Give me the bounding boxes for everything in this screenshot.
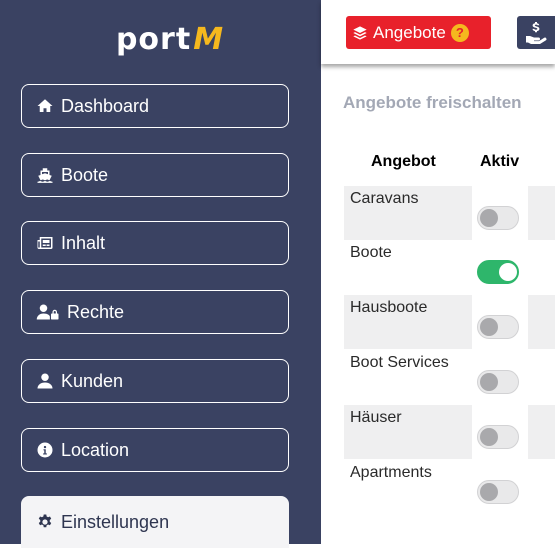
offer-label: Häuser [350,409,402,426]
table-row: Hausboote [344,295,555,349]
offer-label: Apartments [350,464,432,481]
table-row: Boot Services [344,350,555,404]
offer-label: Boote [350,244,392,261]
toggle-hausboote[interactable] [477,315,519,339]
offer-label: Caravans [350,190,419,207]
app-logo[interactable]: portM [0,22,340,57]
angebote-button[interactable]: Angebote ? [346,16,491,49]
sidebar-item-einstellungen[interactable]: Einstellungen [21,496,289,548]
home-icon [35,96,55,116]
sidebar-item-kunden[interactable]: Kunden [21,359,289,403]
payment-button[interactable] [517,16,555,49]
help-icon[interactable]: ? [450,23,469,42]
hand-holding-dollar-icon [526,22,547,44]
toggle-boote[interactable] [477,260,519,284]
sidebar-item-inhalt[interactable]: Inhalt [21,221,289,265]
sidebar-item-label: Location [61,439,130,460]
top-bar: Angebote ? [321,0,555,64]
page-title: Angebote freischalten [343,93,522,112]
sidebar-item-dashboard[interactable]: Dashboard [21,84,289,128]
sidebar-item-label: Kunden [61,370,124,391]
user-icon [35,371,55,391]
sidebar: portM Dashboard Boote Inhalt Rechte Kund… [0,0,321,548]
sidebar-item-label: Boote [61,164,109,185]
sidebar-item-boote[interactable]: Boote [21,153,289,197]
sidebar-item-label: Inhalt [61,232,106,253]
table-row: Häuser [344,405,555,459]
user-lock-icon [35,302,61,322]
toggle-apartments[interactable] [477,480,519,504]
ship-icon [35,165,55,185]
sidebar-item-label: Einstellungen [61,511,170,532]
column-header-angebot: Angebot [371,153,436,170]
layers-icon [353,25,367,40]
info-circle-icon [35,440,55,460]
table-row: Boote [344,240,555,294]
offer-label: Hausboote [350,299,428,316]
sidebar-item-rechte[interactable]: Rechte [21,290,289,334]
sidebar-item-location[interactable]: Location [21,428,289,472]
table-row: Caravans [344,186,555,240]
angebote-button-label: Angebote [373,22,446,42]
newspaper-icon [35,233,55,253]
column-header-aktiv: Aktiv [480,153,520,170]
sidebar-item-label: Dashboard [61,95,150,116]
sidebar-item-label: Rechte [67,301,125,322]
table-row: Apartments [344,460,555,514]
toggle-caravans[interactable] [477,206,519,230]
gear-icon [35,512,55,532]
toggle-haeuser[interactable] [477,425,519,449]
toggle-boot-services[interactable] [477,370,519,394]
offer-label: Boot Services [350,354,449,371]
